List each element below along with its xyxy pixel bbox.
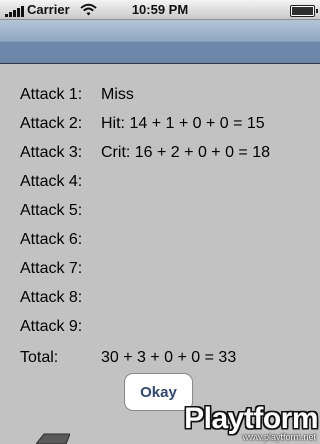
attack-label: Attack 8:: [20, 289, 83, 306]
attack-value: Hit: 14 + 1 + 0 + 0 = 15: [101, 115, 265, 132]
watermark: Playtform www.playtform.net: [160, 402, 320, 442]
attack-label: Attack 1:: [20, 86, 83, 103]
status-bar: Carrier 10:59 PM: [0, 0, 320, 20]
attack-row-8: Attack 8:: [0, 285, 320, 314]
attack-label: Attack 6:: [20, 231, 83, 248]
attack-label: Attack 4:: [20, 173, 83, 190]
attack-label: Attack 7:: [20, 260, 83, 277]
total-value: 30 + 3 + 0 + 0 = 33: [101, 349, 237, 366]
attack-row-9: Attack 9:: [0, 314, 320, 343]
attack-value: Miss: [101, 86, 134, 103]
total-row: Total: 30 + 3 + 0 + 0 = 33: [0, 343, 320, 372]
watermark-url: www.playtform.net: [242, 432, 316, 442]
attack-row-4: Attack 4:: [0, 169, 320, 198]
navigation-bar: [0, 20, 320, 64]
attack-row-2: Attack 2: Hit: 14 + 1 + 0 + 0 = 15: [0, 111, 320, 140]
total-label: Total:: [20, 349, 59, 366]
attack-label: Attack 2:: [20, 115, 83, 132]
corner-tab-icon: [36, 433, 70, 444]
attack-row-3: Attack 3: Crit: 16 + 2 + 0 + 0 = 18: [0, 140, 320, 169]
attack-value: Crit: 16 + 2 + 0 + 0 = 18: [101, 144, 270, 161]
attack-row-6: Attack 6:: [0, 227, 320, 256]
attack-row-7: Attack 7:: [0, 256, 320, 285]
watermark-logo: Playtform: [184, 402, 318, 435]
attack-row-5: Attack 5:: [0, 198, 320, 227]
attack-row-1: Attack 1: Miss: [0, 82, 320, 111]
attack-label: Attack 3:: [20, 144, 83, 161]
attack-results: Attack 1: Miss Attack 2: Hit: 14 + 1 + 0…: [0, 82, 320, 372]
attack-label: Attack 9:: [20, 318, 83, 335]
status-time: 10:59 PM: [131, 2, 189, 17]
battery-icon: [290, 5, 318, 17]
attack-label: Attack 5:: [20, 202, 83, 219]
